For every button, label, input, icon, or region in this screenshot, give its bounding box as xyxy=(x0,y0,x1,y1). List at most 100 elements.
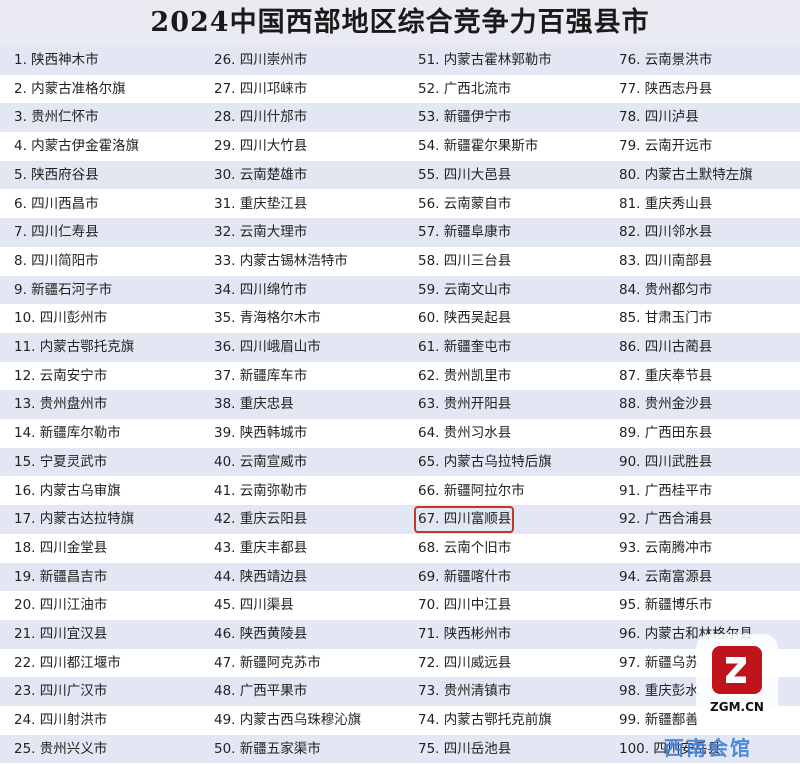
table-cell: 61. 新疆奎屯市 xyxy=(418,339,512,355)
table-row: 1. 陕西神木市 26. 四川崇州市 51. 内蒙古霍林郭勒市 76. 云南景洪市 xyxy=(0,46,800,75)
table-cell: 23. 四川广汉市 xyxy=(14,683,108,700)
table-row: 24. 四川射洪市 49. 内蒙古西乌珠穆沁旗 74. 内蒙古鄂托克前旗 99. 新疆… xyxy=(0,706,800,735)
table-cell: 63. 贵州开阳县 xyxy=(418,396,512,413)
table-row: 3. 贵州仁怀市 28. 四川什邡市 53. 新疆伊宁市 78. 四川泸县 xyxy=(0,103,800,133)
table-cell: 70. 四川中江县 xyxy=(418,597,512,614)
table-cell: 45. 四川渠县 xyxy=(214,597,294,614)
table-cell: 90. 四川武胜县 xyxy=(619,453,713,470)
table-cell: 60. 陕西吴起县 xyxy=(418,310,512,327)
table-cell: 78. 四川泸县 xyxy=(619,109,699,126)
table-cell: 53. 新疆伊宁市 xyxy=(418,109,512,126)
table-cell: 11. 内蒙古鄂托克旗 xyxy=(14,339,135,355)
table-row: 6. 四川西昌市 31. 重庆垫江县 56. 云南蒙自市 81. 重庆秀山县 xyxy=(0,190,800,219)
table-cell: 46. 陕西黄陵县 xyxy=(214,626,308,642)
table-cell: 49. 内蒙古西乌珠穆沁旗 xyxy=(214,712,362,729)
ranking-table: 1. 陕西神木市 26. 四川崇州市 51. 内蒙古霍林郭勒市 76. 云南景洪市 2.… xyxy=(0,46,800,764)
table-cell: 19. 新疆昌吉市 xyxy=(14,568,108,585)
table-cell: 7. 四川仁寿县 xyxy=(14,224,99,241)
table-cell: 33. 内蒙古锡林浩特市 xyxy=(214,252,348,269)
table-cell: 62. 贵州凯里市 xyxy=(418,367,512,384)
table-cell: 27. 四川邛崃市 xyxy=(214,80,308,97)
table-row: 22. 四川都江堰市 47. 新疆阿克苏市 72. 四川威远县 97. 新疆乌苏 xyxy=(0,649,800,678)
table-cell: 3. 贵州仁怀市 xyxy=(14,109,99,126)
table-cell: 69. 新疆喀什市 xyxy=(418,568,512,585)
zgm-logo-icon xyxy=(712,646,762,694)
table-cell: 82. 四川邻水县 xyxy=(619,224,713,241)
table-row: 16. 内蒙古乌审旗 41. 云南弥勒市 66. 新疆阿拉尔市 91. 广西桂平市 xyxy=(0,477,800,506)
table-cell: 6. 四川西昌市 xyxy=(14,195,99,212)
table-cell: 66. 新疆阿拉尔市 xyxy=(418,482,525,499)
table-cell: 80. 内蒙古土默特左旗 xyxy=(619,166,753,183)
table-cell: 83. 四川南部县 xyxy=(619,252,713,269)
table-cell: 65. 内蒙古乌拉特后旗 xyxy=(418,453,552,470)
table-cell: 94. 云南富源县 xyxy=(619,568,713,585)
table-row: 4. 内蒙古伊金霍洛旗 29. 四川大竹县 54. 新疆霍尔果斯市 79. 云南开远市 xyxy=(0,132,800,161)
table-cell: 25. 贵州兴义市 xyxy=(14,740,108,757)
table-row: 5. 陕西府谷县 30. 云南楚雄市 55. 四川大邑县 80. 内蒙古土默特左旗 xyxy=(0,160,800,190)
table-cell: 37. 新疆库车市 xyxy=(214,367,308,384)
table-cell: 79. 云南开远市 xyxy=(619,138,713,155)
table-row: 17. 内蒙古达拉特旗 42. 重庆云阳县 67. 四川富顺县 92. 广西合浦县 xyxy=(0,505,800,534)
table-cell: 8. 四川简阳市 xyxy=(14,252,99,269)
table-cell: 88. 贵州金沙县 xyxy=(619,396,713,413)
table-row: 23. 四川广汉市 48. 广西平果市 73. 贵州清镇市 98. 重庆彭水 xyxy=(0,677,800,707)
table-row: 9. 新疆石河子市 34. 四川绵竹市 59. 云南文山市 84. 贵州都匀市 xyxy=(0,275,800,305)
table-cell: 44. 陕西靖边县 xyxy=(214,568,308,585)
table-cell: 84. 贵州都匀市 xyxy=(619,281,713,298)
table-cell: 38. 重庆忠县 xyxy=(214,396,294,413)
table-cell: 41. 云南弥勒市 xyxy=(214,482,308,499)
table-row: 15. 宁夏灵武市 40. 云南宣威市 65. 内蒙古乌拉特后旗 90. 四川武胜县 xyxy=(0,447,800,477)
table-cell: 87. 重庆奉节县 xyxy=(619,367,713,384)
table-cell: 52. 广西北流市 xyxy=(418,80,512,97)
table-row: 11. 内蒙古鄂托克旗 36. 四川峨眉山市 61. 新疆奎屯市 86. 四川古蔺县 xyxy=(0,333,800,362)
table-cell: 93. 云南腾冲市 xyxy=(619,539,713,556)
table-row: 13. 贵州盘州市 38. 重庆忠县 63. 贵州开阳县 88. 贵州金沙县 xyxy=(0,390,800,420)
table-cell: 85. 甘肃玉门市 xyxy=(619,310,713,327)
table-cell: 29. 四川大竹县 xyxy=(214,138,308,155)
page-title: 2024中国西部地区综合竞争力百强县市 xyxy=(0,0,800,46)
table-row: 2. 内蒙古准格尔旗 27. 四川邛崃市 52. 广西北流市 77. 陕西志丹县 xyxy=(0,75,800,104)
table-cell: 51. 内蒙古霍林郭勒市 xyxy=(418,52,552,68)
table-cell: 21. 四川宜汉县 xyxy=(14,626,108,642)
table-row: 19. 新疆昌吉市 44. 陕西靖边县 69. 新疆喀什市 94. 云南富源县 xyxy=(0,562,800,592)
table-cell: 68. 云南个旧市 xyxy=(418,539,512,556)
table-cell: 2. 内蒙古准格尔旗 xyxy=(14,80,126,97)
table-cell: 73. 贵州清镇市 xyxy=(418,683,512,700)
table-cell: 5. 陕西府谷县 xyxy=(14,166,99,183)
table-cell: 36. 四川峨眉山市 xyxy=(214,339,321,355)
table-cell: 74. 内蒙古鄂托克前旗 xyxy=(418,712,552,729)
table-cell: 24. 四川射洪市 xyxy=(14,712,108,729)
table-cell: 95. 新疆博乐市 xyxy=(619,597,713,614)
table-row: 10. 四川彭州市 35. 青海格尔木市 60. 陕西吴起县 85. 甘肃玉门市 xyxy=(0,304,800,333)
table-cell: 42. 重庆云阳县 xyxy=(214,511,308,528)
table-cell: 17. 内蒙古达拉特旗 xyxy=(14,511,135,528)
table-row: 14. 新疆库尔勒市 39. 陕西韩城市 64. 贵州习水县 89. 广西田东县 xyxy=(0,419,800,448)
table-cell: 1. 陕西神木市 xyxy=(14,52,99,68)
table-cell: 31. 重庆垫江县 xyxy=(214,195,308,212)
table-cell: 16. 内蒙古乌审旗 xyxy=(14,482,121,499)
table-cell: 35. 青海格尔木市 xyxy=(214,310,321,327)
table-row: 20. 四川江油市 45. 四川渠县 70. 四川中江县 95. 新疆博乐市 xyxy=(0,591,800,620)
table-row: 18. 四川金堂县 43. 重庆丰都县 68. 云南个旧市 93. 云南腾冲市 xyxy=(0,534,800,563)
table-cell: 15. 宁夏灵武市 xyxy=(14,453,108,470)
table-cell: 34. 四川绵竹市 xyxy=(214,281,308,298)
logo-text: ZGM.CN xyxy=(710,700,764,714)
table-cell: 20. 四川江油市 xyxy=(14,597,108,614)
table-cell: 40. 云南宣威市 xyxy=(214,453,308,470)
table-cell: 77. 陕西志丹县 xyxy=(619,80,713,97)
table-cell: 14. 新疆库尔勒市 xyxy=(14,425,121,442)
table-cell: 18. 四川金堂县 xyxy=(14,539,108,556)
table-cell: 57. 新疆阜康市 xyxy=(418,224,512,241)
table-cell: 54. 新疆霍尔果斯市 xyxy=(418,138,539,155)
table-cell: 50. 新疆五家渠市 xyxy=(214,740,321,757)
table-cell: 76. 云南景洪市 xyxy=(619,52,713,68)
table-cell: 86. 四川古蔺县 xyxy=(619,339,713,355)
table-cell: 59. 云南文山市 xyxy=(418,281,512,298)
table-row: 8. 四川简阳市 33. 内蒙古锡林浩特市 58. 四川三台县 83. 四川南部县 xyxy=(0,247,800,276)
table-cell: 39. 陕西韩城市 xyxy=(214,425,308,442)
table-cell: 81. 重庆秀山县 xyxy=(619,195,713,212)
table-cell: 58. 四川三台县 xyxy=(418,252,512,269)
table-cell: 30. 云南楚雄市 xyxy=(214,166,308,183)
table-row: 7. 四川仁寿县 32. 云南大理市 57. 新疆阜康市 82. 四川邻水县 xyxy=(0,218,800,247)
table-cell: 32. 云南大理市 xyxy=(214,224,308,241)
